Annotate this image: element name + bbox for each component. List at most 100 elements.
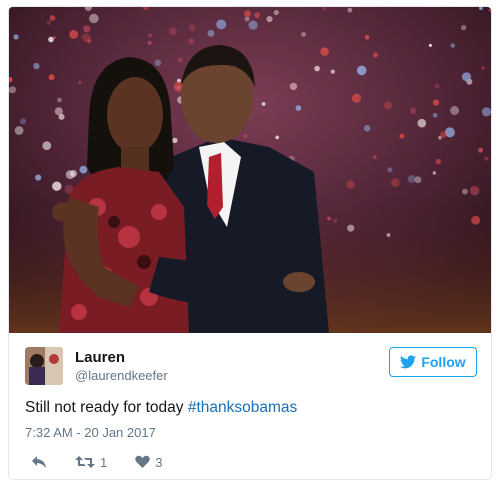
confetti-dot	[314, 65, 320, 72]
confetti-dot	[414, 176, 422, 184]
confetti-dot	[57, 97, 62, 103]
confetti-dot	[372, 52, 379, 58]
user-avatar[interactable]	[25, 347, 63, 385]
follow-button[interactable]: Follow	[389, 347, 477, 377]
retweet-button[interactable]: 1	[75, 455, 107, 470]
confetti-dot	[14, 126, 24, 135]
confetti-dot	[428, 43, 432, 47]
tweet-text: Still not ready for today #thanksobamas	[25, 399, 297, 417]
confetti-dot	[48, 74, 55, 81]
tweet-photo[interactable]	[9, 7, 491, 333]
confetti-dot	[70, 169, 78, 178]
confetti-dot	[89, 13, 99, 24]
avatar-image	[25, 347, 63, 385]
confetti-dot	[364, 34, 370, 40]
confetti-dot	[261, 102, 266, 106]
tweet-card: Lauren @laurendkeefer Follow Still not r…	[8, 6, 492, 480]
confetti-dot	[275, 135, 280, 140]
confetti-dot	[356, 65, 367, 76]
confetti-dot	[172, 137, 178, 144]
confetti-dot	[169, 27, 177, 35]
confetti-dot	[481, 107, 491, 117]
confetti-dot	[363, 125, 371, 132]
like-count: 3	[155, 454, 163, 470]
confetti-dot	[49, 15, 56, 21]
tweet-timestamp[interactable]: 7:32 AM - 20 Jan 2017	[25, 425, 156, 440]
confetti-dot	[254, 12, 260, 18]
confetti-dot	[33, 62, 40, 70]
confetti-dot	[188, 38, 195, 44]
confetti-dot	[52, 36, 56, 40]
confetti-dot	[248, 20, 258, 30]
confetti-dot	[417, 118, 427, 128]
confetti-dot	[216, 19, 227, 30]
confetti-dot	[346, 180, 355, 189]
confetti-dot	[481, 66, 485, 70]
confetti-dot	[148, 33, 153, 38]
confetti-dot	[460, 24, 467, 31]
like-button[interactable]: 3	[135, 455, 162, 470]
confetti-dot	[391, 178, 400, 187]
confetti-dot	[461, 72, 472, 82]
confetti-dot	[266, 16, 273, 23]
confetti-dot	[54, 107, 63, 116]
confetti-dot	[432, 113, 438, 118]
confetti-dot	[177, 57, 183, 63]
confetti-dot	[347, 7, 353, 13]
confetti-dot	[347, 224, 355, 232]
confetti-dot	[386, 233, 391, 237]
confetti-dot	[410, 107, 417, 114]
confetti-dot	[147, 40, 152, 45]
confetti-dot	[484, 156, 489, 161]
confetti-dot	[83, 25, 91, 33]
confetti-dot	[471, 215, 481, 225]
confetti-dot	[320, 47, 329, 56]
tweet-body: Still not ready for today	[25, 399, 188, 416]
confetti-dot	[9, 86, 16, 94]
follow-label: Follow	[421, 354, 466, 370]
confetti-dot	[301, 32, 306, 37]
confetti-dot	[478, 147, 483, 153]
confetti-dot	[440, 131, 447, 138]
confetti-dot	[327, 216, 331, 221]
confetti-dot	[243, 134, 248, 138]
confetti-dot	[69, 30, 79, 39]
retweet-count: 1	[100, 454, 108, 470]
confetti-dot	[13, 34, 19, 40]
confetti-dot	[434, 83, 440, 89]
confetti-dot	[351, 93, 362, 103]
photo-of-couple-embracing	[9, 7, 491, 333]
confetti-dot	[330, 69, 335, 74]
confetti-dot	[450, 43, 455, 48]
confetti-dot	[244, 10, 251, 18]
confetti-dot	[79, 165, 88, 174]
confetti-dot	[435, 158, 442, 165]
confetti-dot	[188, 24, 196, 32]
confetti-dot	[52, 181, 62, 191]
confetti-dot	[35, 174, 42, 181]
confetti-dot	[46, 20, 52, 25]
reply-button[interactable]	[31, 455, 47, 469]
confetti-dot	[387, 167, 393, 173]
confetti-dot	[42, 141, 52, 151]
heart-icon	[135, 455, 150, 468]
confetti-dot	[399, 133, 405, 139]
confetti-dot	[289, 82, 298, 91]
confetti-dot	[372, 155, 377, 160]
retweet-icon	[75, 456, 95, 468]
author-names: Lauren @laurendkeefer	[75, 349, 168, 385]
author-display-name[interactable]: Lauren	[75, 349, 168, 367]
confetti-dot	[383, 101, 392, 110]
confetti-dot	[81, 33, 91, 43]
author-handle[interactable]: @laurendkeefer	[75, 367, 168, 385]
hashtag-link[interactable]: #thanksobamas	[188, 399, 297, 416]
confetti-dot	[78, 80, 82, 85]
confetti-dot	[273, 9, 279, 16]
confetti-dot	[462, 188, 468, 195]
confetti-dot	[295, 105, 302, 111]
confetti-dot	[432, 171, 436, 175]
confetti-dot	[207, 29, 215, 37]
confetti-dot	[407, 175, 416, 183]
confetti-dot	[444, 127, 455, 138]
confetti-dot	[432, 99, 440, 106]
